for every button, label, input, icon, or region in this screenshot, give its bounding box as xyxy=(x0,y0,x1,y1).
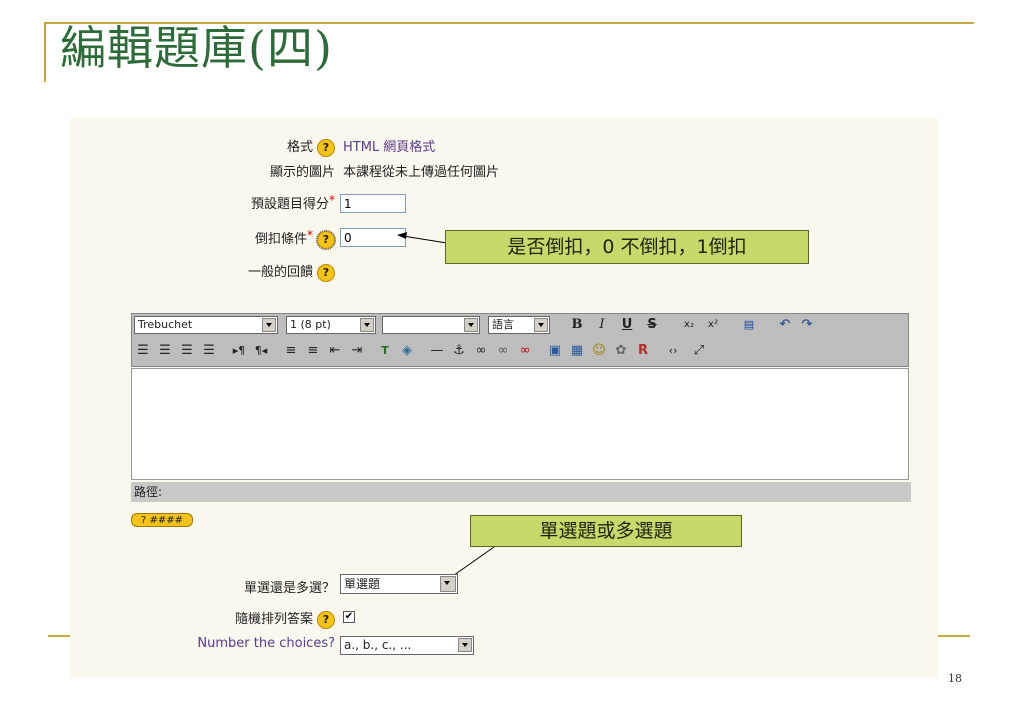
single-multi-callout: 單選題或多選題 xyxy=(470,515,742,547)
chevron-down-icon xyxy=(360,318,374,332)
footer-rule-right xyxy=(938,635,970,637)
italic-icon[interactable]: I xyxy=(593,316,611,334)
superscript-icon[interactable]: x² xyxy=(704,316,722,334)
paste-word-icon[interactable]: ▤ xyxy=(740,316,758,334)
html-source-icon[interactable]: ‹› xyxy=(664,342,682,360)
subscript-icon[interactable]: x₂ xyxy=(680,316,698,334)
chevron-down-icon xyxy=(464,318,478,332)
numbering-label: Number the choices? xyxy=(197,636,335,651)
text-color-icon[interactable]: T xyxy=(376,342,394,360)
help-icon[interactable]: ? xyxy=(317,263,335,282)
chevron-down-icon xyxy=(458,638,472,652)
undo-icon[interactable]: ↶ xyxy=(776,316,794,334)
single-multi-label: 單選還是多選？ xyxy=(243,581,335,596)
editor-path-bar: 路徑: xyxy=(131,482,911,502)
unordered-list-icon[interactable]: ≡ xyxy=(304,342,322,360)
size-select[interactable]: 1 (8 pt) xyxy=(286,316,376,334)
link-icon[interactable]: ∞ xyxy=(472,342,490,360)
format-value: HTML 網頁格式 xyxy=(343,140,436,155)
align-center-icon[interactable]: ☰ xyxy=(156,342,174,360)
help-icon[interactable]: ? xyxy=(316,229,336,250)
images-value: 本課程從未上傳過任何圖片 xyxy=(343,165,500,180)
images-label: 顯示的圖片 xyxy=(269,165,335,180)
cursor-arrow-icon xyxy=(440,576,456,592)
required-marker: * xyxy=(329,193,335,207)
fullscreen-icon[interactable]: ⤢ xyxy=(690,342,708,360)
insert-table-icon[interactable]: ▦ xyxy=(568,342,586,360)
style-select[interactable] xyxy=(382,316,480,334)
penalty-row-label: 倒扣條件*? xyxy=(150,228,336,250)
help-icon[interactable]: ? xyxy=(317,610,335,629)
required-marker: * xyxy=(307,228,313,242)
footer-rule-left xyxy=(48,635,70,637)
indent-icon[interactable]: ⇥ xyxy=(348,342,366,360)
default-grade-label: 預設題目得分* xyxy=(250,193,335,212)
page-number: 18 xyxy=(948,672,962,685)
underline-icon[interactable]: U xyxy=(618,316,636,334)
rtl-icon[interactable]: ¶◂ xyxy=(252,342,270,360)
shuffle-checkbox[interactable]: ✔ xyxy=(343,611,355,623)
font-select[interactable]: Trebuchet xyxy=(134,316,278,334)
default-grade-input[interactable]: 1 xyxy=(340,194,406,213)
strikethrough-icon[interactable]: S xyxy=(643,316,661,334)
align-right-icon[interactable]: ☰ xyxy=(178,342,196,360)
anchor-icon[interactable]: ⚓ xyxy=(450,342,468,360)
insert-image-icon[interactable]: ▣ xyxy=(546,342,564,360)
ordered-list-icon[interactable]: ≡ xyxy=(282,342,300,360)
shuffle-row-label: 隨機排列答案? xyxy=(150,608,335,629)
unlink-icon[interactable]: ∞ xyxy=(494,342,512,360)
outdent-icon[interactable]: ⇤ xyxy=(326,342,344,360)
redo-icon[interactable]: ↷ xyxy=(798,316,816,334)
nolink-icon[interactable]: ∞ xyxy=(516,342,534,360)
title-accent-bar xyxy=(44,22,46,82)
format-row-label: 格式? xyxy=(150,136,335,157)
numbering-select[interactable]: a., b., c., ... xyxy=(340,636,474,655)
background-color-icon[interactable]: ◈ xyxy=(398,342,416,360)
chevron-down-icon xyxy=(262,318,276,332)
single-multi-select[interactable]: 單選題 xyxy=(340,574,458,594)
chevron-down-icon xyxy=(534,318,548,332)
slide-title: 編輯題庫(四) xyxy=(60,21,333,75)
feedback-row-label: 一般的回饋? xyxy=(150,261,335,282)
replace-icon[interactable]: R xyxy=(634,342,652,360)
special-char-icon[interactable]: ✿ xyxy=(612,342,630,360)
horizontal-rule-icon[interactable]: — xyxy=(428,342,446,360)
language-select[interactable]: 語言 xyxy=(488,316,550,334)
ltr-icon[interactable]: ▸¶ xyxy=(230,342,248,360)
smiley-icon[interactable]: ☺ xyxy=(590,342,608,360)
align-left-icon[interactable]: ☰ xyxy=(134,342,152,360)
editor-help-button[interactable]: ? #### xyxy=(131,513,193,527)
penalty-callout: 是否倒扣，0 不倒扣，1倒扣 xyxy=(445,230,809,264)
help-icon[interactable]: ? xyxy=(317,138,335,157)
bold-icon[interactable]: B xyxy=(568,316,586,334)
editor-text-area[interactable] xyxy=(131,368,909,480)
justify-icon[interactable]: ☰ xyxy=(200,342,218,360)
